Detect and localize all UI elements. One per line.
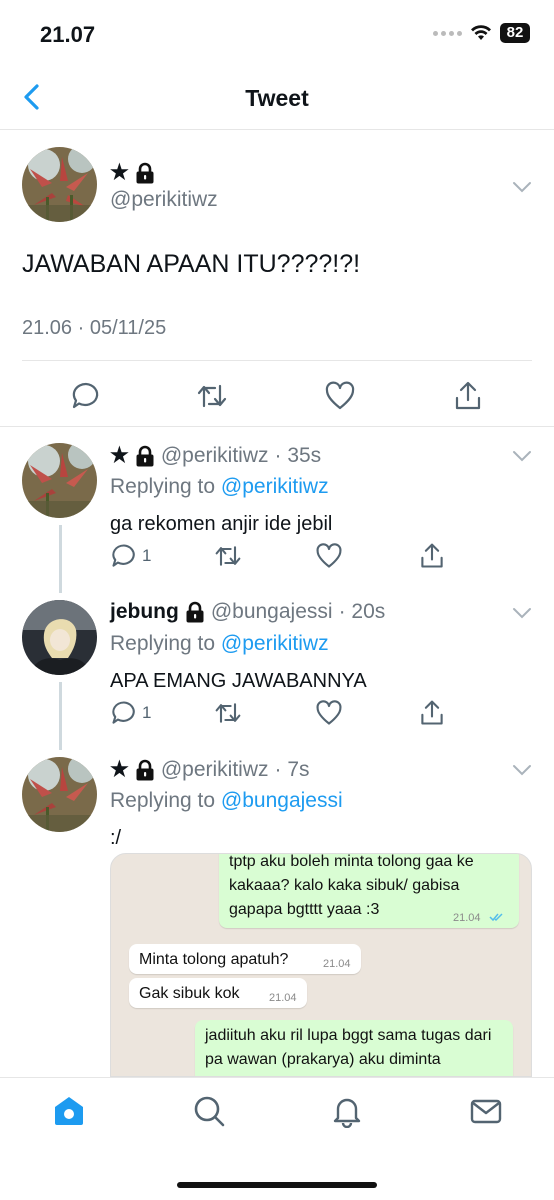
tweet-text: :/ bbox=[110, 827, 122, 849]
battery-indicator: 82 bbox=[500, 23, 530, 43]
tweet-text: JAWABAN APAAN ITU????!?! bbox=[22, 250, 361, 278]
messages-mail-icon[interactable] bbox=[469, 1094, 503, 1128]
replying-prefix: Replying to bbox=[110, 632, 216, 655]
mention-link[interactable]: @perikitiwz bbox=[221, 475, 329, 498]
reply-count: 1 bbox=[142, 703, 152, 722]
replying-prefix: Replying to bbox=[110, 475, 216, 498]
avatar[interactable] bbox=[22, 600, 97, 675]
separator bbox=[22, 360, 532, 361]
status-bar: 21.07 82 bbox=[0, 0, 554, 66]
wifi-icon bbox=[471, 25, 491, 40]
status-indicators: 82 bbox=[433, 23, 530, 43]
thread-connector bbox=[59, 525, 62, 593]
like-heart-icon[interactable] bbox=[315, 542, 343, 570]
lock-icon bbox=[186, 601, 204, 623]
search-icon[interactable] bbox=[192, 1094, 226, 1128]
avatar[interactable] bbox=[22, 147, 97, 222]
signal-icon bbox=[433, 30, 462, 36]
lock-icon bbox=[136, 162, 154, 183]
tweet-text: ga rekomen anjir ide jebil bbox=[110, 513, 333, 535]
tweet-time: · 35s bbox=[274, 443, 322, 467]
replying-prefix: Replying to bbox=[110, 789, 216, 812]
like-heart-icon[interactable] bbox=[315, 699, 343, 727]
chat-time: 21.04 bbox=[323, 958, 351, 970]
tweet-time: · 20s bbox=[338, 600, 386, 623]
retweet-icon[interactable] bbox=[214, 542, 242, 570]
retweet-icon[interactable] bbox=[196, 380, 228, 412]
replying-to: Replying to @perikitiwz bbox=[110, 632, 329, 656]
reply-tweet[interactable]: ★ @perikitiwz · 35s Replying to @perikit… bbox=[0, 443, 554, 583]
chevron-down-icon[interactable] bbox=[512, 606, 532, 620]
home-icon[interactable] bbox=[52, 1094, 86, 1128]
display-name: ★ bbox=[110, 758, 129, 781]
author-name-row: ★ bbox=[110, 160, 155, 185]
attached-image[interactable]: tptp aku boleh minta tolong gaa ke kakaa… bbox=[110, 853, 532, 1077]
reply-tweet[interactable]: jebung @bungajessi · 20s Replying to @pe… bbox=[0, 600, 554, 740]
lock-icon bbox=[136, 759, 154, 780]
chevron-down-icon[interactable] bbox=[512, 449, 532, 463]
tweet-time: · 7s bbox=[274, 757, 310, 781]
author-name-row: jebung @bungajessi · 20s bbox=[110, 600, 385, 624]
display-name: ★ bbox=[110, 161, 129, 184]
reply-icon[interactable] bbox=[110, 542, 138, 570]
lock-icon bbox=[136, 445, 154, 466]
status-time: 21.07 bbox=[40, 22, 96, 47]
author-handle: @bungajessi bbox=[210, 600, 333, 623]
chat-time: 21.04 bbox=[453, 912, 481, 924]
tweet-action-bar bbox=[0, 374, 554, 420]
bottom-tab-bar bbox=[0, 1077, 554, 1200]
double-check-icon bbox=[489, 913, 503, 922]
reply-count: 1 bbox=[142, 546, 152, 565]
chat-bubble-outgoing: jadiituh aku ril lupa bggt sama tugas da… bbox=[195, 1020, 513, 1076]
replying-to: Replying to @bungajessi bbox=[110, 789, 343, 813]
author-name-row: ★ @perikitiwz · 35s bbox=[110, 443, 321, 468]
tweet-action-bar: 1 bbox=[0, 699, 554, 731]
author-handle: @perikitiwz bbox=[160, 443, 269, 467]
chat-message-text: tptp aku boleh minta tolong gaa ke kakaa… bbox=[229, 853, 474, 918]
notifications-bell-icon[interactable] bbox=[330, 1094, 364, 1128]
mention-link[interactable]: @perikitiwz bbox=[221, 632, 329, 655]
reply-icon[interactable] bbox=[110, 699, 138, 727]
navigation-bar: Tweet bbox=[0, 66, 554, 130]
share-icon[interactable] bbox=[452, 380, 484, 412]
chat-message-text: jadiituh aku ril lupa bggt sama tugas da… bbox=[205, 1027, 492, 1068]
chat-time: 21.04 bbox=[269, 992, 297, 1004]
mention-link[interactable]: @bungajessi bbox=[221, 789, 343, 812]
author-handle: @perikitiwz bbox=[110, 188, 218, 211]
display-name: ★ bbox=[110, 444, 129, 467]
page-title: Tweet bbox=[245, 85, 309, 111]
tweet-timestamp: 21.06 · 05/11/25 bbox=[22, 317, 167, 339]
chevron-down-icon[interactable] bbox=[512, 763, 532, 777]
avatar[interactable] bbox=[22, 443, 97, 518]
author-handle: @perikitiwz bbox=[160, 757, 269, 781]
tweet-action-bar: 1 bbox=[0, 542, 554, 574]
chevron-down-icon[interactable] bbox=[512, 180, 532, 194]
home-indicator bbox=[177, 1182, 377, 1188]
like-heart-icon[interactable] bbox=[324, 380, 356, 412]
separator bbox=[0, 426, 554, 427]
chat-message-text: Minta tolong apatuh? bbox=[139, 951, 289, 968]
share-icon[interactable] bbox=[418, 699, 446, 727]
reply-icon[interactable] bbox=[70, 380, 102, 412]
chat-message-text: Gak sibuk kok bbox=[139, 985, 240, 1002]
replying-to: Replying to @perikitiwz bbox=[110, 475, 329, 499]
avatar[interactable] bbox=[22, 757, 97, 832]
retweet-icon[interactable] bbox=[214, 699, 242, 727]
share-icon[interactable] bbox=[418, 542, 446, 570]
display-name: jebung bbox=[110, 600, 179, 623]
tweet-text: APA EMANG JAWABANNYA bbox=[110, 670, 367, 692]
author-name-row: ★ @perikitiwz · 7s bbox=[110, 757, 310, 782]
thread-connector bbox=[59, 682, 62, 750]
